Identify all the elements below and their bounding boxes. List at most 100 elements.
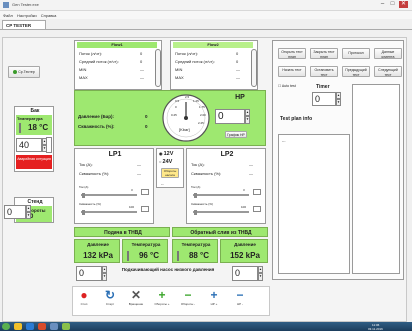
lp1-duty-value: — [137,171,141,176]
rpm-plus-button[interactable]: + Обороты + [152,288,172,312]
cp-tester-button[interactable]: Ср.Тестер [8,66,40,78]
lp2-duty-field[interactable] [253,206,261,212]
voltage-dash: -- [161,181,164,186]
pump-value-field-2[interactable]: 0 [232,266,258,281]
lp1-current-field[interactable] [141,189,149,195]
start-button[interactable]: ↻ Старт [100,288,120,312]
start-button-label: Старт [105,302,115,306]
protocol-button[interactable]: Протокол [342,48,370,59]
app-taskbar-icon[interactable] [50,323,58,330]
flow2-row-value: — [236,75,240,80]
hp-plus-button[interactable]: + HP + [204,288,224,312]
hp-value-down[interactable]: ▼ [245,116,250,124]
close-button[interactable]: ✕ [399,1,408,8]
hp-chart-button[interactable]: График HP [225,131,247,138]
flow1-row-label: MIN [79,67,87,72]
window-titlebar: Gen Tester.exe – □ ✕ [0,0,412,11]
menu-help[interactable]: Справка [41,13,57,18]
open-testplan-button[interactable]: Открыть тест план [278,48,306,59]
tank-temp-label: Температура [17,116,43,121]
stand-value-up[interactable]: ▲ [26,205,31,212]
flow2-row-label: MIN [175,67,183,72]
pump-rpm-button[interactable]: Обороты насоса [161,168,179,178]
lp2-duty-label: Скважность (%): [191,171,222,176]
lp2-current-value: — [249,162,253,167]
autotest-checkbox[interactable]: ☐ Auto test [278,84,296,88]
testplan-side-list[interactable] [352,84,400,274]
next-test-button[interactable]: Следующий тест [374,66,402,77]
stand-value-field[interactable]: 0 [4,205,26,219]
previous-test-button[interactable]: Предыдущий тест [342,66,370,77]
flow1-row-value: — [140,75,144,80]
hp-minus-button[interactable]: − HP - [230,288,250,312]
pump-value-field[interactable]: 0 [76,266,102,281]
testplan-entry: --- [282,139,286,143]
close-testplan-button[interactable]: Закрыть тест план [310,48,338,59]
media-icon[interactable] [38,323,46,330]
hp-minus-label: HP - [237,302,243,306]
lp1-current-slider[interactable] [81,193,137,198]
hp-value-up[interactable]: ▲ [245,109,250,116]
lp2-panel: LP2 Ток (A): — Скважность (%): — Ток (A)… [186,148,266,224]
lp2-duty-slider[interactable] [193,210,249,215]
rpm-minus-button[interactable]: − Обороты - [178,288,198,312]
timer-label: Timer [316,84,330,90]
rotation-button[interactable]: ✕ Вращение [126,288,146,312]
timer-down[interactable]: ▼ [336,99,341,106]
tool-icon[interactable] [62,323,70,330]
gauge-tick-label: 2.25 [198,121,204,125]
feed-pressure-block: Давление 132 kPa [74,239,120,263]
stop-button[interactable]: ● Стоп [74,288,94,312]
start-icon[interactable] [2,323,10,330]
start-test-button[interactable]: Начать тест [278,66,306,77]
flow2-gauge-bar [251,49,257,87]
pump-value-2-up[interactable]: ▲ [258,266,263,273]
feed-title: Подача в ТНВД [104,230,142,236]
hp-panel: Давление (Бар): 0 Скважность (%): 0 0 0.… [74,90,266,146]
testplan-list[interactable]: --- [278,134,350,274]
feed-temp-block: Температура 96 °C [122,239,168,263]
tank-level-field[interactable]: 40 [16,138,42,152]
flow1-row-value: — [140,67,144,72]
timer-field[interactable]: 0 [312,92,336,106]
hp-pressure-value: 0 [145,114,148,119]
hp-value-field[interactable]: 0 [215,109,245,124]
voltage-24v[interactable]: ○ 24V [159,159,172,165]
maximize-button[interactable]: □ [388,1,397,8]
flow1-panel: Flow1 Поток (л/чт): 0 Средний поток (л/ч… [74,40,162,90]
explorer-icon[interactable] [14,323,22,330]
lp1-slider1-max: 3 [131,188,133,192]
minimize-button[interactable]: – [378,1,387,8]
tab-divider [0,29,412,30]
lp1-panel: LP1 Ток (A): — Скважность (%): — Ток (A)… [74,148,154,224]
lp1-duty-slider[interactable] [81,210,137,215]
flow1-row-label: MAX [79,75,88,80]
lp1-slider2-max: 100 [129,205,135,209]
pump-value-down[interactable]: ▼ [102,273,107,281]
stop-test-button[interactable]: Остановить тест [310,66,338,77]
minus-blue-icon: − [236,288,244,302]
tab-cp-tester[interactable]: CP TESTER [2,20,46,29]
lp2-current-slider[interactable] [193,193,249,198]
lp2-current-field[interactable] [253,189,261,195]
timer-up[interactable]: ▲ [336,92,341,99]
minus-icon: − [184,288,192,302]
return-temp-value: 88 °C [188,251,210,260]
rotate-icon: ↻ [104,288,116,302]
pump-value-up[interactable]: ▲ [102,266,107,273]
pump-value-2-down[interactable]: ▼ [258,273,263,281]
feed-temp-value: 96 °C [138,251,160,260]
hp-pressure-label: Давление (Бар): [78,114,114,119]
gauge-tick-label: 0 [175,105,177,109]
client-data-button[interactable]: Данные клиента [374,48,402,59]
voltage-12v[interactable]: ◉ 12V [159,151,173,157]
lp1-duty-field[interactable] [141,206,149,212]
gauge-tick-label: 2.5 [185,95,190,99]
return-pressure-block: Давление 152 kPa [220,239,268,263]
menu-settings[interactable]: Настройки [17,13,37,18]
window-title: Gen Tester.exe [12,2,39,7]
browser-icon[interactable] [26,323,34,330]
alarm-indicator: Аварийная ситуация [16,155,52,169]
stand-value-down[interactable]: ▼ [26,212,31,219]
menu-file[interactable]: Файл [3,13,13,18]
